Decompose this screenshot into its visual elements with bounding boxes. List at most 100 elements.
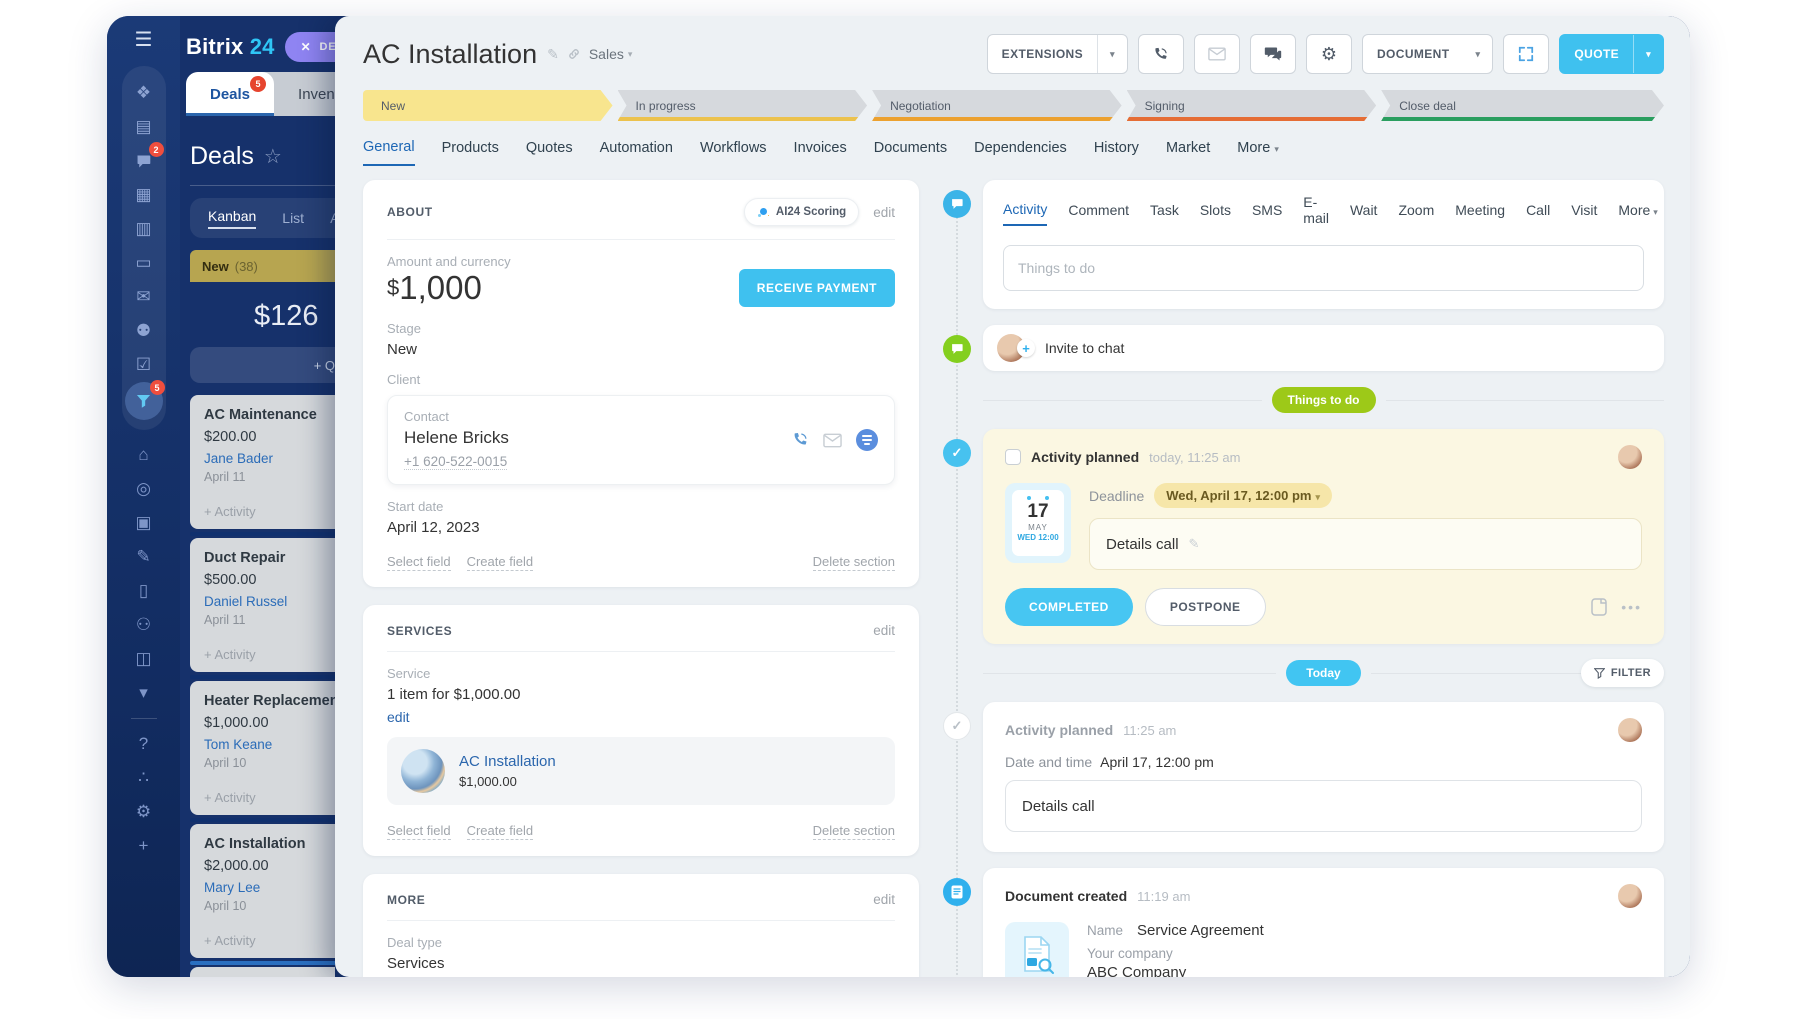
service-edit-link[interactable]: edit	[387, 709, 895, 725]
select-field-link[interactable]: Select field	[387, 823, 451, 840]
tab-comment[interactable]: Comment	[1068, 202, 1129, 225]
structure-icon[interactable]: ∴	[126, 761, 162, 795]
tab-wait[interactable]: Wait	[1350, 202, 1377, 225]
deal-type-value[interactable]: Services	[387, 955, 895, 972]
link-icon[interactable]	[559, 47, 581, 61]
calendar-icon[interactable]: ▦	[126, 178, 162, 212]
about-edit-link[interactable]: edit	[873, 205, 895, 220]
tab-zoom[interactable]: Zoom	[1398, 202, 1434, 225]
contact-phone[interactable]: +1 620-522-0015	[404, 454, 507, 470]
ai-scoring-button[interactable]: AI24 Scoring	[744, 198, 859, 226]
tab-email[interactable]: E-mail	[1303, 194, 1329, 233]
chevron-down-icon[interactable]: ▾	[1463, 49, 1492, 60]
edit-pencil-icon[interactable]: ✎	[1189, 536, 1200, 552]
favorite-star-icon[interactable]: ☆	[264, 144, 282, 169]
inventory-icon[interactable]: ◫	[126, 642, 162, 676]
more-edit-link[interactable]: edit	[873, 892, 895, 907]
stage-negotiation[interactable]: Negotiation	[872, 90, 1122, 121]
document-button[interactable]: DOCUMENT▾	[1362, 34, 1493, 74]
services-edit-link[interactable]: edit	[873, 623, 895, 638]
tab-slots[interactable]: Slots	[1200, 202, 1231, 225]
tab-quotes[interactable]: Quotes	[526, 140, 573, 165]
chevron-down-icon[interactable]: ▾	[1634, 49, 1663, 60]
tab-market[interactable]: Market	[1166, 140, 1210, 165]
more-actions-icon[interactable]: •••	[1621, 599, 1642, 615]
deal-card[interactable]: AC Installation $2,000.00 Mary Lee April…	[190, 824, 335, 958]
deal-slider-badge[interactable]: ✕DEAL	[285, 32, 335, 62]
delete-section-link[interactable]: Delete section	[813, 823, 895, 840]
tab-invoices[interactable]: Invoices	[794, 140, 847, 165]
deal-card[interactable]: AC Maintenance $200.00 Jane Bader April …	[190, 395, 335, 529]
tab-general[interactable]: General	[363, 139, 415, 166]
hamburger-menu-icon[interactable]: ☰	[135, 30, 153, 50]
postpone-button[interactable]: POSTPONE	[1145, 588, 1266, 626]
product-name-link[interactable]: AC Installation	[459, 753, 556, 770]
doc-name-value[interactable]: Service Agreement	[1137, 922, 1264, 939]
tab-workflows[interactable]: Workflows	[700, 140, 767, 165]
hr-card-icon[interactable]: ▯	[126, 574, 162, 608]
open-chat-icon[interactable]	[856, 429, 878, 451]
stage-in-progress[interactable]: In progress	[618, 90, 868, 121]
feed-icon[interactable]: ▤	[126, 110, 162, 144]
document-thumbnail[interactable]	[1005, 922, 1069, 977]
mail-icon[interactable]: ✉	[126, 280, 162, 314]
drive-icon[interactable]: ▭	[126, 246, 162, 280]
tab-sms[interactable]: SMS	[1252, 202, 1282, 225]
receive-payment-button[interactable]: RECEIVE PAYMENT	[739, 269, 895, 307]
help-icon[interactable]: ?	[126, 727, 162, 761]
completed-button[interactable]: COMPLETED	[1005, 588, 1133, 626]
quote-button[interactable]: QUOTE▾	[1559, 34, 1664, 74]
extensions-button[interactable]: EXTENSIONS▾	[987, 34, 1128, 74]
product-row[interactable]: AC Installation $1,000.00	[387, 737, 895, 805]
tab-task[interactable]: Task	[1150, 202, 1179, 225]
contact-name[interactable]: Helene Bricks	[404, 428, 509, 448]
tab-products[interactable]: Products	[442, 140, 499, 165]
tasks-icon[interactable]: ☑	[126, 348, 162, 382]
activity-note[interactable]: Details call✎	[1089, 518, 1642, 570]
marketing-icon[interactable]: ◎	[126, 472, 162, 506]
create-field-link[interactable]: Create field	[467, 554, 533, 571]
activity-note[interactable]: Details call	[1005, 780, 1642, 832]
tab-visit[interactable]: Visit	[1571, 202, 1597, 225]
stage-new[interactable]: New	[363, 90, 613, 121]
tab-more[interactable]: More▾	[1237, 140, 1279, 165]
pin-note-icon[interactable]	[1591, 598, 1607, 616]
tab-deals[interactable]: Deals5	[186, 72, 274, 116]
phone-icon[interactable]	[791, 431, 809, 449]
deal-card[interactable]: AC Repair	[190, 967, 335, 977]
close-icon[interactable]: ✕	[301, 40, 312, 54]
tab-automation[interactable]: Automation	[600, 140, 673, 165]
messenger-icon[interactable]: 2	[126, 144, 162, 178]
company-icon[interactable]: ⌂	[126, 438, 162, 472]
call-button[interactable]	[1138, 34, 1184, 74]
tab-inventory[interactable]: Inventory	[274, 72, 335, 116]
mail-button[interactable]	[1194, 34, 1240, 74]
collapse-icon[interactable]: ▾	[126, 676, 162, 710]
tab-documents[interactable]: Documents	[874, 140, 947, 165]
documents-icon[interactable]: ▥	[126, 212, 162, 246]
chat-button[interactable]	[1250, 34, 1296, 74]
pipeline-label[interactable]: Sales	[589, 46, 624, 62]
add-icon[interactable]: +	[126, 829, 162, 863]
stage-close-deal[interactable]: Close deal	[1381, 90, 1664, 121]
sign-icon[interactable]: ✎	[126, 540, 162, 574]
view-list[interactable]: List	[282, 210, 304, 226]
tab-timeline-more[interactable]: More▾	[1618, 202, 1657, 225]
invite-to-chat-row[interactable]: + Invite to chat	[983, 325, 1664, 371]
view-kanban[interactable]: Kanban	[208, 208, 256, 229]
tab-dependencies[interactable]: Dependencies	[974, 140, 1067, 165]
stage-value[interactable]: New	[387, 341, 895, 358]
people-icon[interactable]: ⚉	[126, 314, 162, 348]
todo-input[interactable]	[1003, 245, 1644, 291]
deal-card[interactable]: Duct Repair $500.00 Daniel Russel April …	[190, 538, 335, 672]
start-date-value[interactable]: April 12, 2023	[387, 519, 895, 536]
edit-title-icon[interactable]: ✎	[547, 46, 559, 63]
expand-button[interactable]	[1503, 34, 1549, 74]
crm-funnel-icon[interactable]: 5	[125, 382, 163, 420]
client-card[interactable]: Contact Helene Bricks +1 620-522-0015	[387, 395, 895, 485]
select-field-link[interactable]: Select field	[387, 554, 451, 571]
tab-activity[interactable]: Activity	[1003, 201, 1047, 226]
deadline-value[interactable]: Wed, April 17, 12:00 pm▾	[1154, 483, 1332, 508]
quick-deal-button[interactable]: + Quick deal	[190, 347, 335, 383]
network-icon[interactable]: ❖	[126, 76, 162, 110]
